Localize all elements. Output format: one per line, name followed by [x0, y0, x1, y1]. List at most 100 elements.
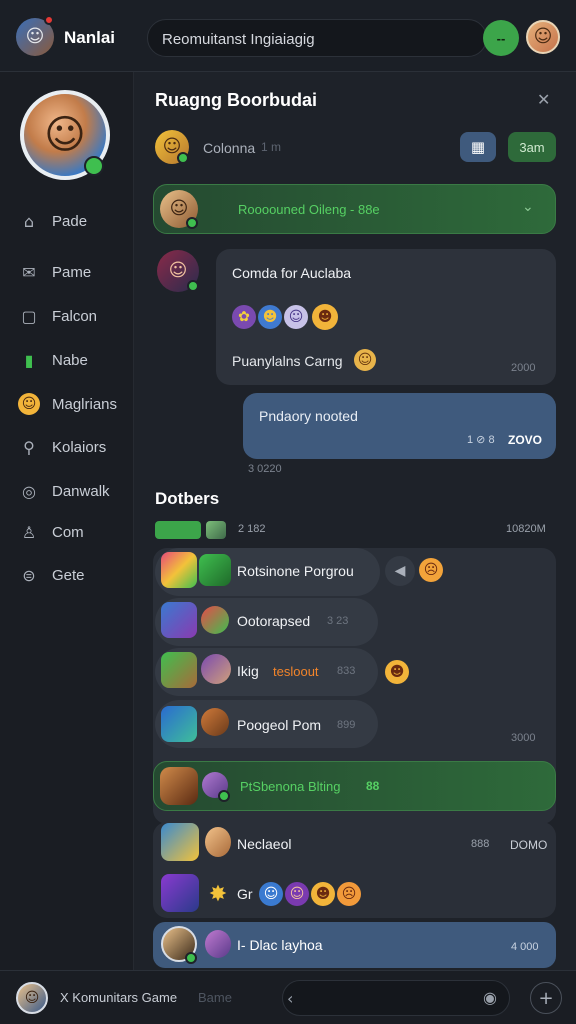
- profile-face-icon: ☺: [533, 26, 553, 47]
- sidebar-item-label: Gete: [52, 566, 85, 584]
- sidebar-item-label: Pame: [52, 263, 92, 281]
- row-name[interactable]: Gr: [237, 886, 253, 902]
- message-bubble-outgoing[interactable]: Pndaory nooted 1 ⊘ 8 ZOVO: [243, 393, 556, 459]
- square-icon: ▢: [21, 306, 37, 326]
- search-icon: ⚲: [23, 437, 35, 457]
- bottom-label: X Komunitars Game: [60, 990, 178, 1005]
- app-name: Nanlai: [64, 28, 116, 47]
- list-item-name: Rotsinone Porgrou: [237, 563, 354, 579]
- status-banner[interactable]: ☺ Roooouned Oileng - 88e ⌄: [153, 184, 556, 234]
- group-banner-badge: 88: [366, 779, 380, 793]
- home-icon: ⌂: [23, 211, 35, 231]
- highlighted-row-time: 4 000: [511, 941, 539, 953]
- avatar-face-icon: ☺: [25, 26, 45, 47]
- list-item[interactable]: Ootorapsed 3 23: [155, 598, 378, 646]
- banner-face-icon: ☺: [169, 198, 189, 219]
- list-item-thumb: [161, 602, 197, 638]
- sidebar: ☺ ⌂ Pade ✉ Pame ▢ Falcon ▮ Nabe ☺ Maglri…: [0, 72, 134, 970]
- chevron-down-icon[interactable]: ⌄: [522, 199, 534, 215]
- sidebar-item-danwalk[interactable]: ◎ Danwalk: [18, 478, 128, 504]
- chart-icon: ▮: [24, 350, 34, 370]
- row-meta: 888: [471, 838, 490, 850]
- sidebar-item-gete[interactable]: ⊜ Gete: [18, 562, 128, 588]
- chevron-left-icon[interactable]: ‹: [287, 989, 293, 1008]
- emoji-reaction-icon[interactable]: ☹: [419, 558, 443, 582]
- list-item-meta: 833: [337, 665, 356, 677]
- main-panel: Ruagng Boorbudai ✕ ☺ Colonna 1 m ▦ 3am ☺…: [135, 72, 576, 970]
- outgoing-meta: 1 ⊘ 8: [467, 434, 495, 446]
- sidebar-item-falcon[interactable]: ▢ Falcon: [18, 303, 128, 329]
- sidebar-item-kolaiors[interactable]: ⚲ Kolaiors: [18, 434, 128, 460]
- sidebar-item-nabe[interactable]: ▮ Nabe: [18, 347, 128, 373]
- highlighted-row-status-dot: [185, 952, 197, 964]
- list-item[interactable]: Rotsinone Porgrou: [155, 548, 380, 596]
- list-item-thumb: [161, 706, 197, 742]
- emoji-4-icon[interactable]: ☻: [312, 304, 338, 330]
- profile-avatar[interactable]: ☺: [526, 20, 560, 54]
- message-line: Puanylalns Carng: [232, 353, 343, 369]
- emoji-purple-icon[interactable]: ☺: [285, 882, 309, 906]
- list-item-thumb2: [201, 606, 229, 634]
- message-bubble-incoming[interactable]: Comda for Auclaba ✿ ☻ ☺ ☻ Puanylalns Car…: [216, 249, 556, 385]
- close-icon[interactable]: ✕: [537, 90, 550, 109]
- emoji-reaction-icon[interactable]: ☻: [385, 660, 409, 684]
- list-item-meta: 899: [337, 719, 356, 731]
- sidebar-item-pade[interactable]: ⌂ Pade: [18, 208, 128, 234]
- action-button-label: 3am: [519, 139, 545, 155]
- list-item-thumb2: [201, 708, 229, 736]
- list-item-meta: 3 23: [327, 615, 349, 627]
- bottom-label-sub: Bame: [198, 990, 232, 1005]
- list-item-name: Ootorapsed: [237, 613, 311, 629]
- calendar-button[interactable]: ▦: [460, 132, 496, 162]
- row-name[interactable]: Neclaeol: [237, 836, 291, 852]
- message-input[interactable]: ‹ ◉: [282, 980, 510, 1016]
- sender-face-icon: ☺: [168, 260, 188, 281]
- calendar-icon: ▦: [470, 138, 486, 156]
- send-arrow-icon[interactable]: ◀: [385, 556, 415, 586]
- emoji-3-icon[interactable]: ☺: [284, 305, 308, 329]
- plus-icon: +: [538, 987, 554, 1009]
- microphone-icon[interactable]: ◉: [483, 988, 497, 1007]
- list-item-thumb2: [201, 654, 231, 684]
- group-banner[interactable]: PtSbenona Blting 88: [153, 761, 556, 811]
- sidebar-item-com[interactable]: ♙ Com: [18, 519, 128, 545]
- bottom-user-avatar[interactable]: ☺: [16, 982, 48, 1014]
- list-item-thumb: [161, 652, 197, 688]
- group-banner-thumb: [160, 767, 198, 805]
- emoji-yellow-icon[interactable]: ☻: [311, 882, 335, 906]
- list-item-name: Poogeol Pom: [237, 717, 322, 733]
- list-item[interactable]: Poogeol Pom 899: [155, 700, 378, 748]
- highlighted-row-name: I- Dlac layhoa: [237, 937, 323, 953]
- emoji-angry-icon[interactable]: ☹: [337, 882, 361, 906]
- action-button[interactable]: 3am: [508, 132, 556, 162]
- sidebar-item-label: Maglrians: [52, 395, 118, 413]
- globe-icon: ◎: [22, 481, 36, 501]
- status-toggle-button[interactable]: --: [483, 20, 519, 56]
- row-thumb: [161, 823, 199, 861]
- sidebar-item-label: Kolaiors: [52, 438, 107, 456]
- section-title: Dotbers: [155, 489, 220, 508]
- add-button[interactable]: +: [530, 982, 562, 1014]
- sidebar-item-label: Falcon: [52, 307, 98, 325]
- sidebar-item-maglrians[interactable]: ☺ Maglrians: [18, 391, 128, 417]
- group-banner-status-dot: [218, 790, 230, 802]
- profile-icon: ☺: [18, 393, 40, 415]
- emoji-2-icon[interactable]: ☻: [258, 305, 282, 329]
- sidebar-item-label: Danwalk: [52, 482, 110, 500]
- bottom-bar: ☺ X Komunitars Game Bame ‹ ◉ +: [0, 970, 576, 1024]
- list-time: 3000: [511, 732, 536, 744]
- user-icon: ♙: [21, 522, 37, 542]
- emoji-blue-icon[interactable]: ☺: [259, 882, 283, 906]
- sidebar-item-pame[interactable]: ✉ Pame: [18, 259, 128, 285]
- emoji-5-icon[interactable]: ☺: [354, 349, 376, 371]
- emoji-1-icon[interactable]: ✿: [232, 305, 256, 329]
- section-count: 2 182: [238, 523, 266, 535]
- bottom-user-face-icon: ☺: [24, 990, 40, 1006]
- banner-status-dot: [186, 217, 198, 229]
- list-item-highlight: tesloout: [273, 664, 319, 679]
- section-progress-bar: [155, 521, 201, 539]
- highlighted-row[interactable]: I- Dlac layhoa 4 000: [153, 922, 556, 968]
- outgoing-status: ZOVO: [508, 433, 543, 447]
- list-item[interactable]: Ikig tesloout 833: [155, 648, 378, 696]
- search-bar[interactable]: Reomuitanst Ingiaiagig: [147, 19, 487, 57]
